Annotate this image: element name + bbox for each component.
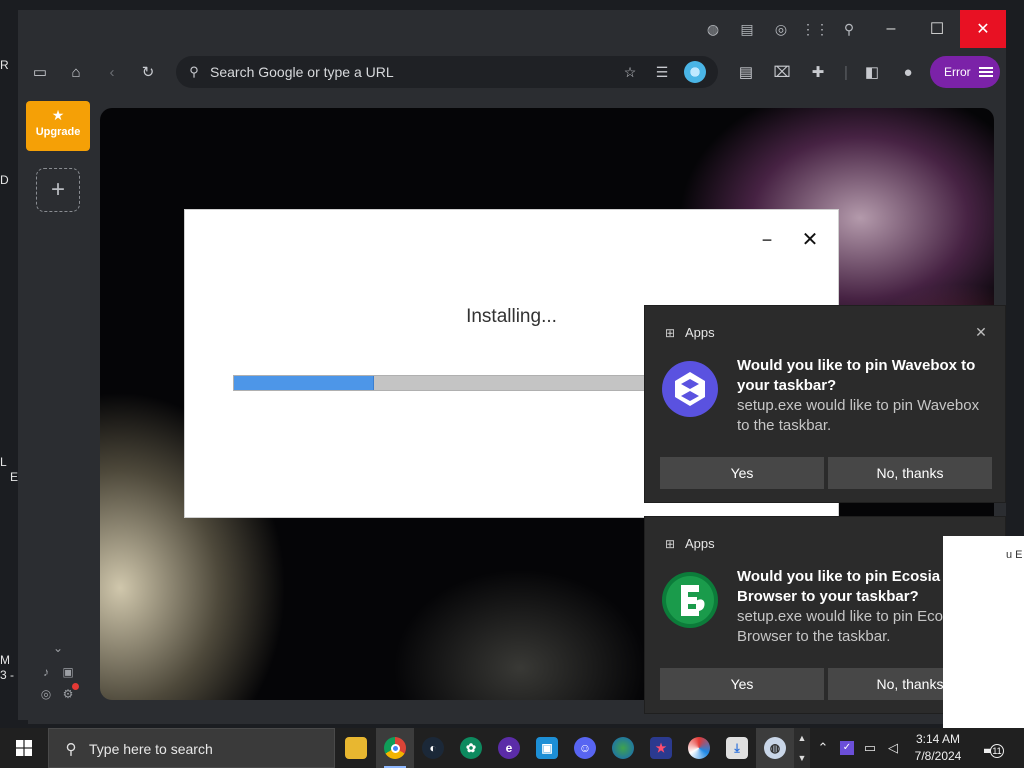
taskbar-scroll[interactable]: ▲ ▼ [794,728,810,768]
toast-wavebox: ⊞ Apps ✕ Would you like to pin Wavebox t… [644,305,1006,503]
title-bar: ◍ ▤ ◎ ⋮⋮ ⚲ – ☐ ✕ [18,10,1006,48]
reload-icon[interactable]: ↻ [136,60,160,84]
chrome-icon[interactable] [376,728,414,768]
compass-icon[interactable]: ◎ [770,18,792,40]
toolbar-divider: | [844,63,848,81]
notification-count: 11 [990,744,1004,758]
installer-minimize-button[interactable]: − [757,230,777,250]
toast-app-name: Apps [685,536,715,551]
taskbar-search[interactable]: ⚲ Type here to search [48,728,335,768]
desktop-fragment-6: 3 - [0,668,15,682]
back-icon[interactable]: ‹ [100,60,124,84]
toast-close-button[interactable]: ✕ [971,322,991,342]
volume-muted-icon[interactable]: ◁ [884,738,902,758]
network-icon[interactable]: ▭ [861,738,879,758]
error-label: Error [944,65,971,79]
menu-icon [978,67,993,77]
minimize-button[interactable]: – [868,10,914,48]
clock-time: 3:14 AM [915,732,961,746]
tray-app-icon[interactable]: ✓ [838,738,856,758]
desktop-fragment-2: D [0,173,9,187]
apps-icon: ⊞ [664,537,676,551]
bookmark-star-icon[interactable]: ☆ [620,62,640,82]
compass-icon[interactable]: ◎ [38,686,54,702]
lock-icon[interactable]: ▣ [60,664,76,680]
star-icon: ★ [51,107,65,123]
app-ring-icon[interactable] [680,728,718,768]
windows-logo-icon [16,740,32,756]
vmware-icon[interactable]: ▣ [528,728,566,768]
browser-toolbar: ▭ ⌂ ‹ ↻ ⚲ Search Google or type a URL ☆ … [18,50,1006,94]
taskbar: ⚲ Type here to search ◐ ✿ e ▣ ☺ ★ ⤓ ◍ ⌃ … [0,728,1024,768]
side-panel-icon[interactable]: ◧ [860,60,884,84]
app-star-icon[interactable]: ★ [642,728,680,768]
toast-app-name: Apps [685,325,715,340]
steam-icon[interactable]: ◐ [414,728,452,768]
upgrade-label: Upgrade [35,126,81,138]
toast-title: Would you like to pin Wavebox to your ta… [737,357,976,394]
home-icon[interactable]: ⌂ [64,60,88,84]
add-space-button[interactable]: + [36,168,80,212]
globe-icon[interactable]: ◍ [702,18,724,40]
downloads-icon[interactable]: ⤓ [718,728,756,768]
toast-yes-button[interactable]: Yes [660,668,824,700]
settings-badge [72,683,79,690]
file-explorer-icon[interactable] [337,728,375,768]
chevron-down-icon[interactable]: ⌄ [50,640,66,656]
install-progress-fill [234,376,374,390]
sidebar-icon[interactable]: ▭ [28,60,52,84]
profile-icon[interactable]: ● [896,60,920,84]
upgrade-button[interactable]: ★ Upgrade [26,101,90,151]
apps-grid-icon[interactable]: ⋮⋮ [801,18,829,40]
app-e-icon[interactable]: e [490,728,528,768]
close-button[interactable]: ✕ [960,10,1006,48]
background-window [943,536,1024,728]
start-button[interactable] [0,728,48,768]
app-globe-icon[interactable]: ◍ [756,728,794,768]
reading-list-icon[interactable]: ▤ [734,60,758,84]
maximize-button[interactable]: ☐ [914,10,960,48]
toast-yes-button[interactable]: Yes [660,457,824,489]
apps-icon: ⊞ [664,326,676,340]
toast-no-button[interactable]: No, thanks [828,457,992,489]
error-menu-button[interactable]: Error [930,56,1000,88]
search-icon: ⚲ [189,64,199,79]
toast-body: setup.exe would like to pin Wavebox to t… [737,397,980,434]
taskbar-search-placeholder: Type here to search [89,741,213,757]
search-icon: ⚲ [65,741,77,758]
gift-icon[interactable]: ⌧ [770,60,794,84]
background-window-text: u E [1006,549,1023,561]
extensions-icon[interactable]: ✚ [806,60,830,84]
address-placeholder: Search Google or type a URL [210,64,394,80]
taskbar-clock[interactable]: 3:14 AM 7/8/2024 [908,731,968,765]
search-icon[interactable]: ⚲ [838,18,860,40]
earth-icon[interactable] [604,728,642,768]
ecosia-logo-icon [661,571,719,629]
tray-overflow-icon[interactable]: ⌃ [814,738,832,758]
desktop-fragment-1: R [0,58,9,72]
desktop-fragment-4: E [10,470,19,484]
desktop-fragment-3: L [0,455,7,469]
installer-close-button[interactable]: ✕ [799,228,821,251]
desktop-fragment-5: M [0,653,10,667]
tab-stack-icon[interactable]: ☰ [652,62,672,82]
discord-icon[interactable]: ☺ [566,728,604,768]
clock-date: 7/8/2024 [914,749,962,763]
reader-icon[interactable]: ▤ [736,18,758,40]
chatgpt-icon[interactable]: ✿ [452,728,490,768]
bell-icon[interactable]: ♪ [38,664,54,680]
wavebox-logo-icon [661,360,719,418]
extension-avatar-icon[interactable] [684,61,706,83]
address-bar[interactable]: ⚲ Search Google or type a URL ☆ ☰ [176,56,718,88]
